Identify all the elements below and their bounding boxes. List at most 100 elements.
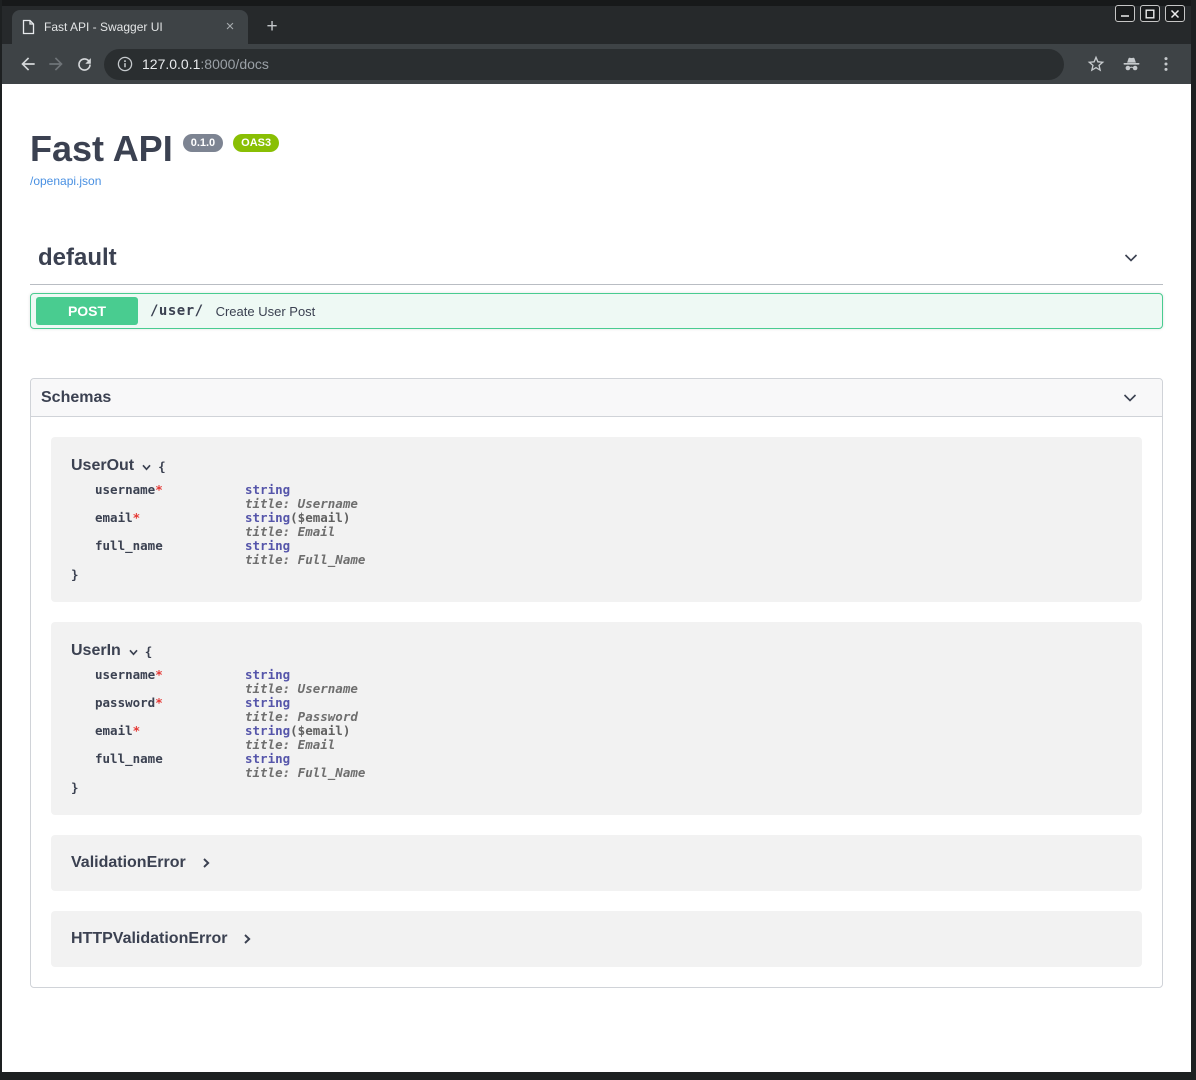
window-bottom-edge [2,1072,1191,1080]
close-brace: } [71,780,1122,795]
open-brace: { [145,644,153,659]
chevron-right-icon [200,857,212,869]
required-star: * [133,510,141,525]
schemas-header[interactable]: Schemas [31,379,1162,417]
version-badge: 0.1.0 [183,134,223,152]
oas3-badge: OAS3 [233,134,279,152]
incognito-indicator [1118,51,1144,77]
model-userin: UserIn { username* string title: Usernam… [51,622,1142,815]
endpoint-post-user[interactable]: POST /user/ Create User Post [30,293,1163,329]
model-name: UserOut [71,457,134,475]
model-userin-header[interactable]: UserIn { [71,642,1122,660]
property-title: title: Username [245,682,358,696]
star-icon [1086,54,1106,74]
close-icon [1170,9,1180,19]
property-type: string [245,751,290,766]
chevron-right-icon [241,933,253,945]
schema-property-row: password* string title: Password [95,696,1122,724]
property-type: string [245,510,290,525]
model-properties: username* string title: Username passwor… [95,668,1122,780]
property-title: title: Full_Name [245,766,365,780]
property-title: title: Email [245,525,350,539]
tag-name: default [38,244,117,272]
swagger-page: Fast API 0.1.0 OAS3 /openapi.json defaul… [2,84,1191,1072]
openapi-spec-link[interactable]: /openapi.json [30,174,101,188]
property-type: string [245,667,290,682]
browser-window: Fast API - Swagger UI × + [0,0,1196,1080]
schema-property-row: username* string title: Username [95,483,1122,511]
chevron-down-icon [1120,388,1140,408]
tab-title: Fast API - Swagger UI [44,20,222,34]
schemas-body: UserOut { username* string title: Userna… [31,417,1162,987]
property-type: string [245,695,290,710]
property-title: title: Username [245,497,358,511]
forward-button[interactable] [42,50,70,78]
schema-property-row: username* string title: Username [95,668,1122,696]
model-name: HTTPValidationError [71,930,227,948]
property-title: title: Password [245,710,358,724]
maximize-button[interactable] [1140,5,1160,22]
required-star: * [155,482,163,497]
open-brace: { [158,459,166,474]
chevron-down-icon [141,462,152,473]
property-name: username [95,667,155,682]
model-validationerror[interactable]: ValidationError [51,835,1142,891]
maximize-icon [1145,9,1155,19]
property-name: email [95,510,133,525]
required-star: * [155,667,163,682]
endpoint-summary: Create User Post [216,304,316,319]
property-type: string [245,482,290,497]
tag-header[interactable]: default [30,238,1163,285]
schema-property-row: full_name string title: Full_Name [95,752,1122,780]
close-brace: } [71,567,1122,582]
property-name: password [95,695,155,710]
api-info: Fast API 0.1.0 OAS3 /openapi.json [30,84,1163,190]
tag-section-default: default POST /user/ Create User Post [30,238,1163,329]
chevron-down-icon [128,647,139,658]
close-window-button[interactable] [1165,5,1185,22]
property-format: ($email) [290,723,350,738]
titlebar: Fast API - Swagger UI × + [2,0,1191,44]
required-star: * [133,723,141,738]
property-format: ($email) [290,510,350,525]
model-userout: UserOut { username* string title: Userna… [51,437,1142,602]
url-text: 127.0.0.1:8000/docs [142,56,269,72]
reload-button[interactable] [70,50,98,78]
schemas-panel: Schemas UserOut { [30,378,1163,988]
bookmark-star-button[interactable] [1083,51,1109,77]
window-controls [1115,5,1185,22]
property-type: string [245,538,290,553]
page-favicon-icon [22,19,35,35]
back-button[interactable] [14,50,42,78]
property-name: full_name [95,538,163,553]
close-tab-icon[interactable]: × [222,19,238,35]
browser-menu-button[interactable] [1153,51,1179,77]
schema-property-row: email* string($email) title: Email [95,724,1122,752]
required-star: * [155,695,163,710]
model-httpvalidationerror[interactable]: HTTPValidationError [51,911,1142,967]
forward-arrow-icon [46,54,66,74]
address-bar[interactable]: 127.0.0.1:8000/docs [104,49,1064,80]
new-tab-button[interactable]: + [260,15,284,39]
minimize-button[interactable] [1115,5,1135,22]
property-name: full_name [95,751,163,766]
chevron-down-icon [1121,248,1141,268]
method-badge: POST [36,297,138,325]
property-title: title: Email [245,738,350,752]
minimize-icon [1120,9,1130,19]
back-arrow-icon [18,54,38,74]
endpoint-path: /user/ [150,303,204,319]
browser-tab[interactable]: Fast API - Swagger UI × [12,10,248,44]
model-properties: username* string title: Username email* … [95,483,1122,567]
url-host: 127.0.0.1 [142,56,200,72]
model-userout-header[interactable]: UserOut { [71,457,1122,475]
incognito-icon [1121,54,1142,74]
property-name: email [95,723,133,738]
property-name: username [95,482,155,497]
model-name: ValidationError [71,854,186,872]
url-path: :8000/docs [200,56,269,72]
schema-property-row: email* string($email) title: Email [95,511,1122,539]
reload-icon [75,55,94,74]
api-title-row: Fast API 0.1.0 OAS3 [30,129,1163,169]
browser-toolbar: 127.0.0.1:8000/docs [2,44,1191,84]
